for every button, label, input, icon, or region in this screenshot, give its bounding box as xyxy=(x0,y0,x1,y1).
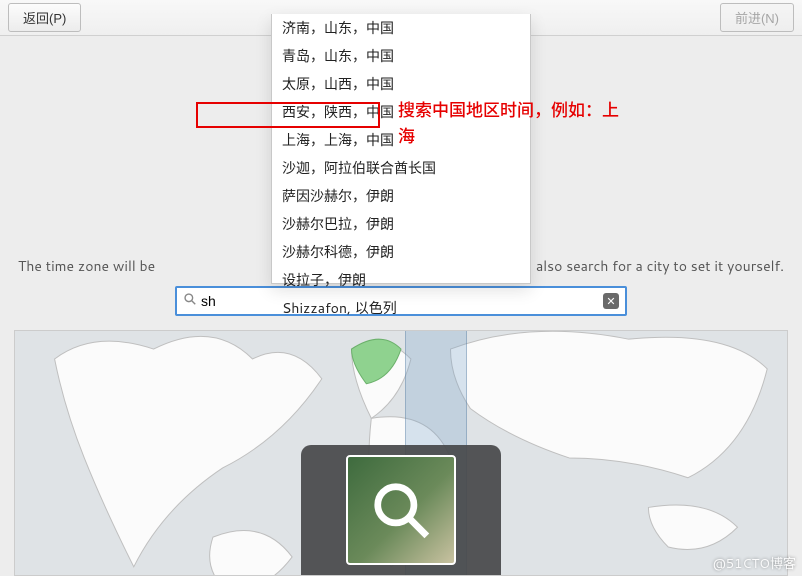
suggestion-dropdown[interactable]: 济南，山东，中国青岛，山东，中国太原，山西，中国西安，陕西，中国上海，上海，中国… xyxy=(271,14,531,284)
clear-icon[interactable]: ✕ xyxy=(603,293,619,309)
suggestion-item[interactable]: 太原，山西，中国 xyxy=(272,70,530,98)
map-search-overlay[interactable] xyxy=(301,445,501,575)
suggestion-item[interactable]: 沙赫尔科德，伊朗 xyxy=(272,238,530,266)
back-button[interactable]: 返回(P) xyxy=(8,3,81,32)
page-content: The time zone will be You can also searc… xyxy=(0,36,802,576)
magnifier-icon xyxy=(370,479,432,541)
search-icon xyxy=(183,291,197,311)
suggestion-item[interactable]: 设拉子，伊朗 xyxy=(272,266,530,294)
suggestion-item[interactable]: Shizzafon, 以色列 xyxy=(272,294,530,322)
search-area: 济南，山东，中国青岛，山东，中国太原，山西，中国西安，陕西，中国上海，上海，中国… xyxy=(175,286,627,316)
suggestion-item[interactable]: 青岛，山东，中国 xyxy=(272,42,530,70)
annotation-text: 搜索中国地区时间，例如：上海 xyxy=(398,98,628,149)
overlay-thumbnail xyxy=(346,455,456,565)
suggestion-item[interactable]: 济南，山东，中国 xyxy=(272,14,530,42)
forward-button[interactable]: 前进(N) xyxy=(720,3,794,32)
watermark: @51CTO博客 xyxy=(713,553,796,573)
suggestion-item[interactable]: 沙赫尔巴拉，伊朗 xyxy=(272,210,530,238)
hint-left: The time zone will be xyxy=(18,256,155,276)
suggestion-item[interactable]: 萨因沙赫尔，伊朗 xyxy=(272,182,530,210)
world-map[interactable] xyxy=(14,330,788,576)
suggestion-item[interactable]: 沙迦，阿拉伯联合酋长国 xyxy=(272,154,530,182)
